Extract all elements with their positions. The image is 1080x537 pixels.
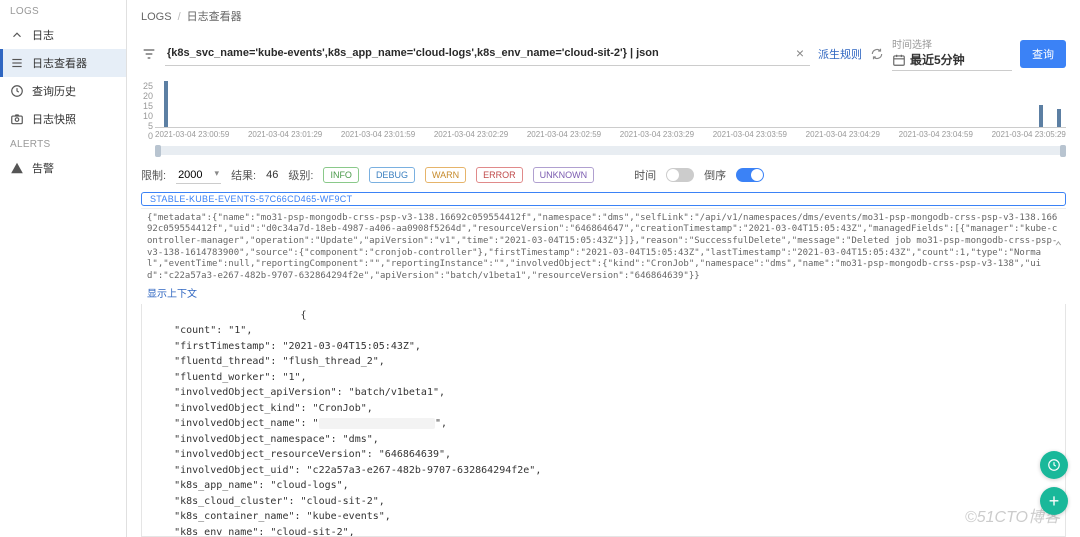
log-meta-text: {"metadata":{"name":"mo31-psp-mongodb-cr… [147,213,1057,281]
collapse-log-icon[interactable]: ⌃ [1055,239,1062,255]
list-icon [10,56,24,70]
sidebar-head-label: 日志 [32,27,54,43]
limit-select[interactable]: 2000 [176,167,221,184]
camera-icon [10,112,24,126]
result-value: 46 [266,169,278,181]
level-label: 级别: [288,167,313,183]
generate-rule-link[interactable]: 派生规则 [818,46,862,62]
sidebar-item-label: 日志查看器 [32,55,87,71]
log-source-tag[interactable]: STABLE-KUBE-EVENTS-57C66CD465-WF9CT [141,192,1066,206]
warning-icon [10,161,24,175]
sidebar: LOGS 日志 日志查看器 查询历史 日志快照 ALERTS 告警 [0,0,127,537]
show-context-link[interactable]: 显示上下文 [147,285,1060,300]
sidebar-head-logs[interactable]: 日志 [0,21,126,49]
crumb-root[interactable]: LOGS [141,11,172,23]
level-badge-unknown[interactable]: UNKNOWN [533,167,595,183]
main-content: LOGS/日志查看器 {k8s_svc_name='kube-events',k… [127,0,1080,537]
time-range-picker[interactable]: 时间选择 最近5分钟 [892,36,1012,71]
desc-toggle[interactable] [736,168,764,182]
controls-row: 限制: 2000 结果: 46 级别: INFO DEBUG WARN ERRO… [127,161,1080,190]
limit-label: 限制: [141,167,166,183]
query-bar: {k8s_svc_name='kube-events',k8s_app_name… [127,32,1080,77]
breadcrumb: LOGS/日志查看器 [127,0,1080,32]
sidebar-section-alerts: ALERTS [0,133,126,154]
query-text: {k8s_svc_name='kube-events',k8s_app_name… [167,47,792,59]
sync-icon[interactable] [870,47,884,61]
desc-toggle-label: 倒序 [704,167,726,183]
histogram-chart: 2520151050 2021-03-04 23:00:592021-03-04… [155,81,1066,144]
clear-query-icon[interactable]: × [792,45,808,61]
calendar-icon [892,53,906,67]
log-json-body[interactable]: { "count": "1", "firstTimestamp": "2021-… [141,304,1066,537]
sidebar-item-label: 查询历史 [32,83,76,99]
time-range-label: 时间选择 [892,36,1012,51]
chart-y-axis: 2520151050 [133,81,153,128]
fab-clock-button[interactable] [1040,451,1068,479]
chart-x-axis: 2021-03-04 23:00:592021-03-04 23:01:2920… [155,130,1066,144]
level-badge-warn[interactable]: WARN [425,167,466,183]
chart-brush-slider[interactable] [155,146,1066,155]
sidebar-item-log-viewer[interactable]: 日志查看器 [0,49,126,77]
time-toggle[interactable] [666,168,694,182]
filter-icon[interactable] [141,46,157,62]
sidebar-item-alert[interactable]: 告警 [0,154,126,182]
sidebar-item-label: 日志快照 [32,111,76,127]
chart-plot-area[interactable] [155,81,1066,128]
result-label: 结果: [231,167,256,183]
crumb-current: 日志查看器 [187,11,242,23]
sidebar-item-log-snapshot[interactable]: 日志快照 [0,105,126,133]
sidebar-item-label: 告警 [32,160,54,176]
chevron-up-icon [10,28,24,42]
log-meta-line[interactable]: {"metadata":{"name":"mo31-psp-mongodb-cr… [141,208,1066,285]
sidebar-item-query-history[interactable]: 查询历史 [0,77,126,105]
level-badge-error[interactable]: ERROR [476,167,523,183]
history-icon [10,84,24,98]
fab-add-button[interactable]: + [1040,487,1068,515]
level-badge-info[interactable]: INFO [323,167,359,183]
time-toggle-label: 时间 [634,167,656,183]
level-badge-debug[interactable]: DEBUG [369,167,415,183]
sidebar-section-logs: LOGS [0,0,126,21]
search-button[interactable]: 查询 [1020,40,1066,68]
time-range-value: 最近5分钟 [910,51,965,68]
query-input[interactable]: {k8s_svc_name='kube-events',k8s_app_name… [165,41,810,66]
